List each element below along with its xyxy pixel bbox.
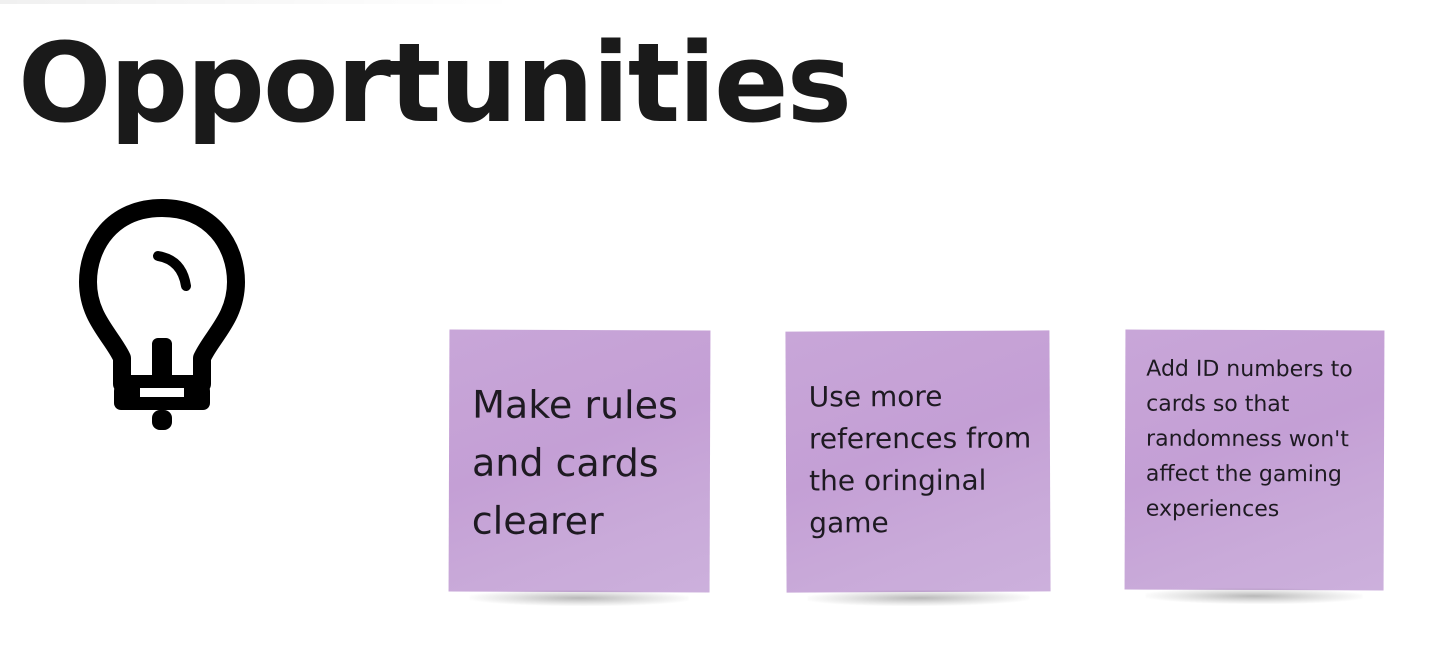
whiteboard-canvas: Opportunities Make rules and cards clear… (0, 0, 1447, 661)
sticky-note-text: Use more references from the oringinal g… (808, 379, 1032, 540)
sticky-note[interactable]: Use more references from the oringinal g… (785, 330, 1051, 593)
lightbulb-icon[interactable] (70, 198, 254, 434)
sticky-note-text: Add ID numbers to cards so that randomne… (1145, 356, 1353, 523)
sticky-note[interactable]: Add ID numbers to cards so that randomne… (1124, 329, 1385, 591)
page-title[interactable]: Opportunities (18, 18, 852, 148)
top-edge-shadow (0, 0, 520, 4)
sticky-note[interactable]: Make rules and cards clearer (448, 329, 711, 593)
sticky-note-text: Make rules and cards clearer (471, 382, 678, 544)
